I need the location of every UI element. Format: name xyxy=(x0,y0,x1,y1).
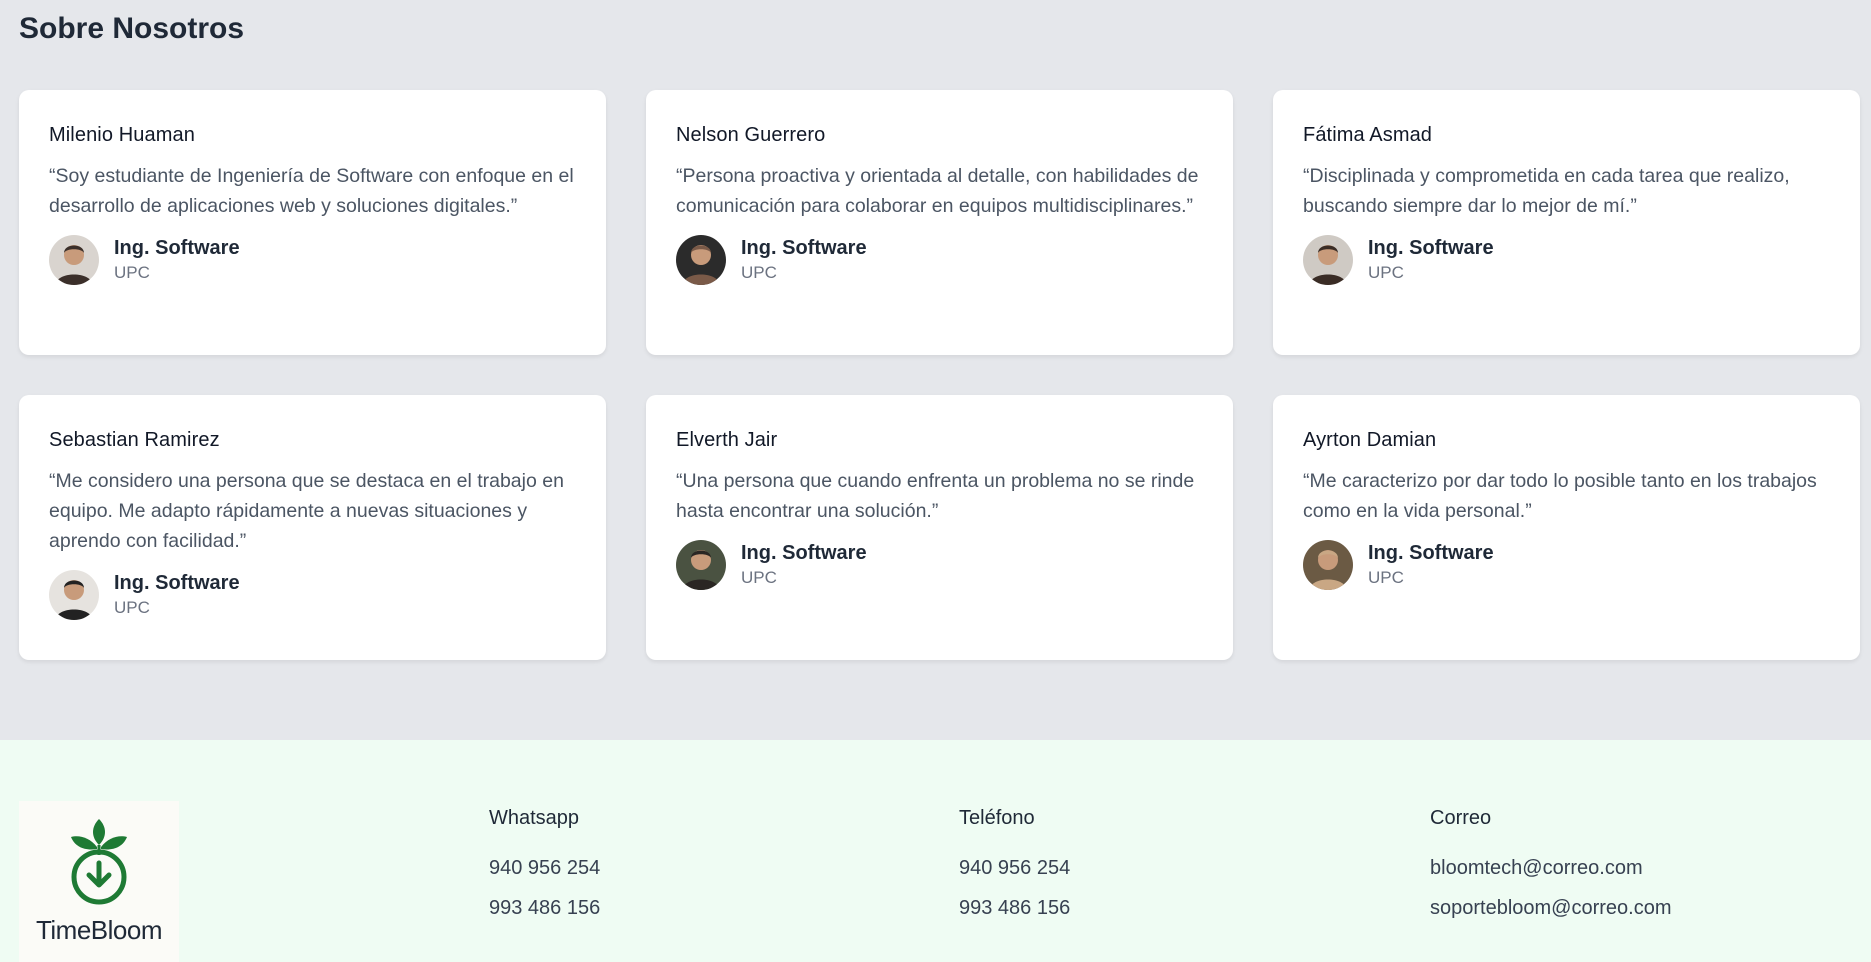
member-org: UPC xyxy=(114,262,150,282)
member-author: Ing. Software UPC xyxy=(676,540,1203,590)
member-author: Ing. Software UPC xyxy=(676,235,1203,285)
logo-text: TimeBloom xyxy=(35,915,163,945)
member-quote: “Persona proactiva y orientada al detall… xyxy=(676,165,1199,217)
footer-col-whatsapp: Whatsapp 940 956 254 993 486 156 xyxy=(489,804,600,934)
team-card: Sebastian Ramirez “Me considero una pers… xyxy=(19,395,606,660)
person-icon xyxy=(676,235,726,285)
phone-link[interactable]: 940 956 254 xyxy=(959,854,1070,894)
footer-col-telefono: Teléfono 940 956 254 993 486 156 xyxy=(959,804,1070,934)
phone-link[interactable]: 993 486 156 xyxy=(959,894,1070,934)
person-icon xyxy=(49,235,99,285)
footer-col-title: Correo xyxy=(1430,807,1492,829)
member-quote: “Me caracterizo por dar todo lo posible … xyxy=(1303,470,1817,522)
member-role: Ing. Software xyxy=(1368,236,1494,259)
member-role: Ing. Software xyxy=(114,571,240,594)
team-card: Milenio Huaman “Soy estudiante de Ingeni… xyxy=(19,90,606,355)
member-quote: “Disciplinada y comprometida en cada tar… xyxy=(1303,165,1790,217)
section-title: Sobre Nosotros xyxy=(19,12,245,45)
about-section: Sobre Nosotros Milenio Huaman “Soy estud… xyxy=(0,0,1871,740)
footer: TimeBloom Whatsapp 940 956 254 993 486 1… xyxy=(0,740,1871,962)
member-role: Ing. Software xyxy=(1368,541,1494,564)
member-role: Ing. Software xyxy=(114,236,240,259)
member-org: UPC xyxy=(741,262,777,282)
member-name: Fátima Asmad xyxy=(1303,124,1433,146)
avatar xyxy=(1303,235,1353,285)
avatar xyxy=(676,235,726,285)
footer-col-title: Teléfono xyxy=(959,807,1035,829)
member-name: Nelson Guerrero xyxy=(676,124,826,146)
email-link[interactable]: bloomtech@correo.com xyxy=(1430,854,1672,894)
logo[interactable]: TimeBloom xyxy=(19,801,179,962)
team-card: Elverth Jair “Una persona que cuando enf… xyxy=(646,395,1233,660)
person-icon xyxy=(676,540,726,590)
footer-col-title: Whatsapp xyxy=(489,807,580,829)
avatar xyxy=(676,540,726,590)
team-card: Ayrton Damian “Me caracterizo por dar to… xyxy=(1273,395,1860,660)
member-org: UPC xyxy=(1368,567,1404,587)
member-author: Ing. Software UPC xyxy=(1303,235,1830,285)
footer-col-correo: Correo bloomtech@correo.com soportebloom… xyxy=(1430,804,1672,934)
member-author: Ing. Software UPC xyxy=(1303,540,1830,590)
team-card: Nelson Guerrero “Persona proactiva y ori… xyxy=(646,90,1233,355)
team-card: Fátima Asmad “Disciplinada y comprometid… xyxy=(1273,90,1860,355)
member-name: Milenio Huaman xyxy=(49,124,195,146)
member-org: UPC xyxy=(741,567,777,587)
member-quote: “Soy estudiante de Ingeniería de Softwar… xyxy=(49,165,574,217)
phone-link[interactable]: 993 486 156 xyxy=(489,894,600,934)
sprout-clock-icon xyxy=(71,819,127,905)
person-icon xyxy=(1303,235,1353,285)
member-role: Ing. Software xyxy=(741,236,867,259)
member-name: Elverth Jair xyxy=(676,429,778,451)
team-grid: Milenio Huaman “Soy estudiante de Ingeni… xyxy=(19,90,1860,660)
phone-link[interactable]: 940 956 254 xyxy=(489,854,600,894)
person-icon xyxy=(49,570,99,620)
member-name: Ayrton Damian xyxy=(1303,429,1437,451)
member-quote: “Una persona que cuando enfrenta un prob… xyxy=(676,470,1195,522)
avatar xyxy=(1303,540,1353,590)
member-org: UPC xyxy=(1368,262,1404,282)
member-author: Ing. Software UPC xyxy=(49,570,576,620)
member-name: Sebastian Ramirez xyxy=(49,429,220,451)
member-quote: “Me considero una persona que se destaca… xyxy=(49,470,564,552)
member-author: Ing. Software UPC xyxy=(49,235,576,285)
member-org: UPC xyxy=(114,597,150,617)
avatar xyxy=(49,235,99,285)
avatar xyxy=(49,570,99,620)
email-link[interactable]: soportebloom@correo.com xyxy=(1430,894,1672,934)
member-role: Ing. Software xyxy=(741,541,867,564)
person-icon xyxy=(1303,540,1353,590)
